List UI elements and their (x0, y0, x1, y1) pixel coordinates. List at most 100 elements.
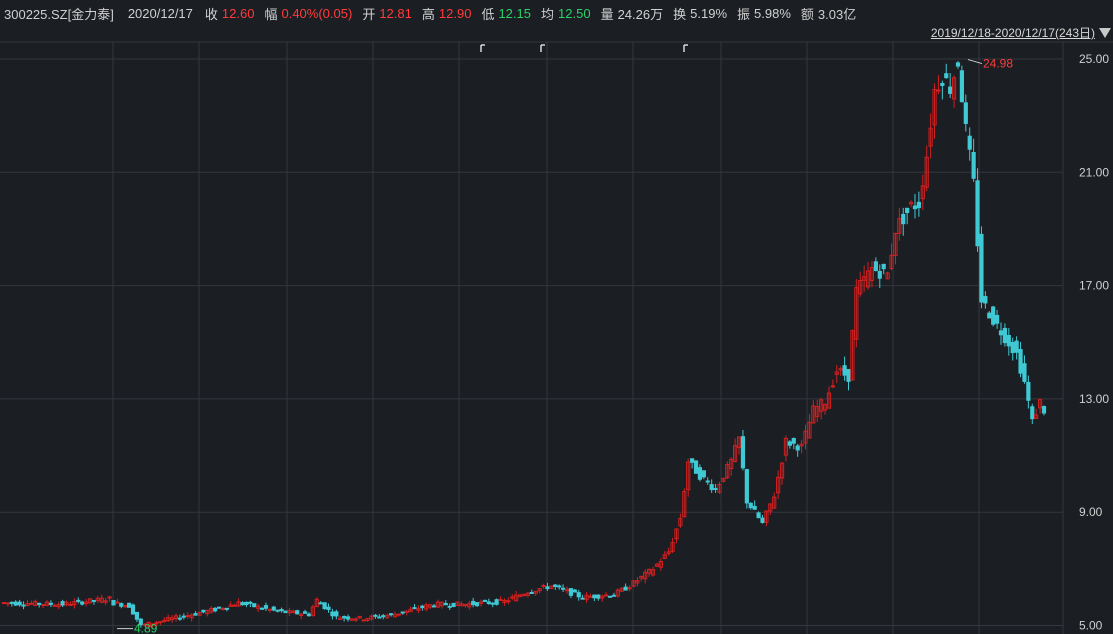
candle-body (5, 602, 11, 605)
candle-body (29, 602, 34, 605)
candle (893, 232, 898, 265)
event-flag-icon[interactable] (480, 44, 485, 52)
candle-body (490, 602, 495, 605)
candle (572, 588, 577, 593)
candle-body (1010, 341, 1015, 354)
candle-body (557, 585, 562, 588)
event-flag-icon[interactable] (683, 44, 688, 52)
candle-body (396, 613, 401, 616)
candle (709, 479, 714, 493)
candle (983, 291, 988, 309)
candle (302, 609, 308, 614)
candle-body (377, 616, 382, 619)
candle (666, 547, 671, 556)
candle-body (48, 602, 54, 605)
candle (647, 568, 652, 577)
candle (994, 310, 1000, 329)
candle-body (572, 589, 577, 593)
candle (600, 594, 605, 602)
candle-body (979, 233, 984, 303)
date-range-selector[interactable]: 2019/12/18-2020/12/17(243日) (931, 26, 1095, 41)
candle (431, 603, 437, 608)
candle (443, 600, 448, 606)
candle (416, 605, 421, 614)
candle (283, 610, 288, 614)
candle (25, 599, 30, 607)
candle (127, 602, 132, 608)
candle-body (568, 588, 574, 596)
candle (783, 435, 789, 462)
candle (615, 588, 620, 598)
candle-body (940, 83, 945, 86)
dropdown-arrow-icon[interactable] (1099, 28, 1111, 38)
candle (756, 511, 761, 519)
candle (869, 260, 875, 288)
candle-body (1, 602, 7, 605)
candle-body (592, 594, 597, 599)
candle-body (705, 480, 710, 483)
candle-body (975, 180, 980, 247)
candle (68, 601, 73, 607)
candle (494, 598, 499, 606)
candle (463, 603, 468, 608)
candle-body (756, 512, 761, 519)
candle (259, 607, 265, 610)
candle (525, 591, 531, 598)
candle (447, 603, 452, 610)
candle (291, 609, 296, 614)
candle (908, 200, 914, 208)
candle (388, 612, 394, 617)
candle (166, 614, 171, 623)
candle (787, 440, 792, 449)
candle-body (115, 601, 120, 604)
candlestick-chart[interactable]: 25.00 21.00 17.00 13.00 9.00 5.00 24.98 4.89 (0, 0, 1113, 634)
candle (87, 598, 93, 605)
candle (623, 583, 628, 591)
candle (130, 603, 136, 615)
candle (772, 492, 777, 509)
candle-body (60, 601, 65, 606)
candle-body (381, 615, 386, 618)
candle-body (318, 602, 323, 605)
y-axis: 25.00 21.00 17.00 13.00 9.00 5.00 (1079, 52, 1109, 633)
candle-body (607, 595, 613, 598)
candle (1018, 341, 1023, 378)
candle (1014, 336, 1019, 360)
chart-markers (480, 44, 688, 52)
candle (107, 595, 112, 602)
candle-body (752, 505, 757, 510)
event-flag-icon[interactable] (540, 44, 545, 52)
candle (1034, 408, 1039, 420)
candle (971, 138, 976, 182)
candle (314, 597, 319, 608)
candle-body (193, 613, 198, 616)
candle (189, 613, 194, 622)
candle (850, 329, 855, 381)
candle (619, 587, 624, 592)
candle (920, 174, 925, 210)
candle (244, 601, 249, 608)
candle-body (345, 616, 351, 620)
candle-body (967, 135, 972, 150)
candle-body (361, 619, 366, 622)
candle-body (326, 606, 331, 610)
candle (428, 604, 433, 609)
candle (181, 613, 186, 620)
candle (5, 602, 11, 607)
candle (729, 457, 734, 476)
candle (1037, 398, 1043, 414)
candle (846, 369, 851, 391)
candle-body (560, 587, 566, 590)
candle (248, 600, 253, 608)
candle (822, 403, 828, 415)
candle (826, 386, 832, 409)
candle (33, 599, 38, 607)
candle (451, 602, 456, 608)
candle (748, 502, 753, 510)
candle (697, 464, 703, 482)
chart-grid (0, 41, 1113, 634)
candle (733, 438, 738, 463)
candle (553, 584, 558, 590)
candle (256, 603, 261, 613)
candle (576, 589, 581, 601)
